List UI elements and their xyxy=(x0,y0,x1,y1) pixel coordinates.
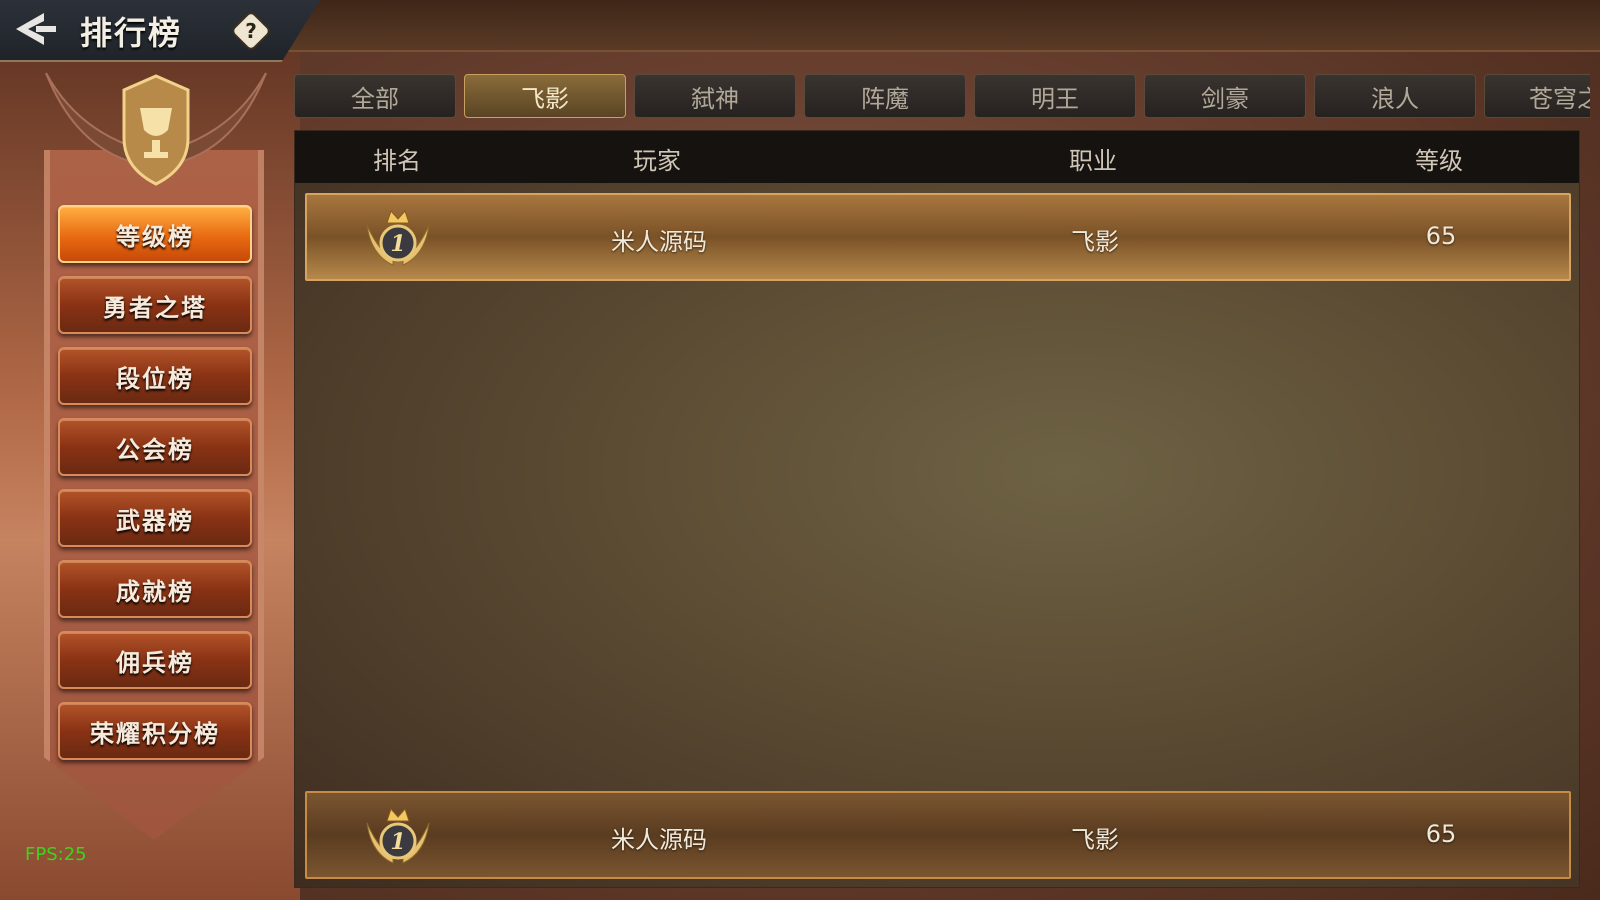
fps-counter: FPS:25 xyxy=(25,844,87,865)
rank-1-badge-number: 1 xyxy=(390,829,405,855)
tab-jianhao[interactable]: 剑豪 xyxy=(1144,74,1306,118)
page-title: 排行榜 xyxy=(80,14,183,52)
nav-guild-ranking[interactable]: 公会榜 xyxy=(58,418,252,476)
ranking-table: 排名 玩家 职业 等级 1 米人源码 飞影 65 1 米人源码 飞影 65 xyxy=(294,130,1580,888)
my-player-level: 65 xyxy=(1425,820,1457,848)
column-header-player: 玩家 xyxy=(633,147,681,175)
nav-brave-tower[interactable]: 勇者之塔 xyxy=(58,276,252,334)
table-header: 排名 玩家 职业 等级 xyxy=(295,131,1579,183)
tab-shishen[interactable]: 弑神 xyxy=(634,74,796,118)
nav-mercenary-ranking[interactable]: 佣兵榜 xyxy=(58,631,252,689)
tab-mingwang[interactable]: 明王 xyxy=(974,74,1136,118)
tab-cangqiong[interactable]: 苍穹之 xyxy=(1484,74,1590,118)
rank-1-badge-icon: 1 xyxy=(366,210,430,266)
player-name: 米人源码 xyxy=(611,228,707,256)
column-header-rank: 排名 xyxy=(373,147,421,175)
help-icon-mark: ? xyxy=(245,19,257,43)
column-header-class: 职业 xyxy=(1069,147,1117,175)
my-rank-row[interactable]: 1 米人源码 飞影 65 xyxy=(305,791,1571,879)
tab-feiying[interactable]: 飞影 xyxy=(464,74,626,118)
trophy-emblem-icon xyxy=(45,72,267,186)
ranking-category-nav: 等级榜 勇者之塔 段位榜 公会榜 武器榜 成就榜 佣兵榜 荣耀积分榜 xyxy=(58,205,254,773)
nav-honor-points-ranking[interactable]: 荣耀积分榜 xyxy=(58,702,252,760)
nav-achievement-ranking[interactable]: 成就榜 xyxy=(58,560,252,618)
my-player-class: 飞影 xyxy=(1071,826,1119,854)
table-row[interactable]: 1 米人源码 飞影 65 xyxy=(305,193,1571,281)
help-button[interactable]: ? xyxy=(232,12,270,50)
nav-weapon-ranking[interactable]: 武器榜 xyxy=(58,489,252,547)
player-level: 65 xyxy=(1425,222,1457,250)
tab-all[interactable]: 全部 xyxy=(294,74,456,118)
rank-1-badge-icon: 1 xyxy=(366,808,430,864)
my-player-name: 米人源码 xyxy=(611,826,707,854)
nav-tier-ranking[interactable]: 段位榜 xyxy=(58,347,252,405)
tab-langren[interactable]: 浪人 xyxy=(1314,74,1476,118)
rank-1-badge-number: 1 xyxy=(390,231,405,257)
back-button[interactable] xyxy=(14,10,58,48)
class-tabs: 全部 飞影 弑神 阵魔 明王 剑豪 浪人 苍穹之 xyxy=(294,74,1590,118)
column-header-level: 等级 xyxy=(1415,147,1463,175)
nav-level-ranking[interactable]: 等级榜 xyxy=(58,205,252,263)
tab-zhenmo[interactable]: 阵魔 xyxy=(804,74,966,118)
player-class: 飞影 xyxy=(1071,228,1119,256)
back-arrow-icon xyxy=(16,13,56,45)
